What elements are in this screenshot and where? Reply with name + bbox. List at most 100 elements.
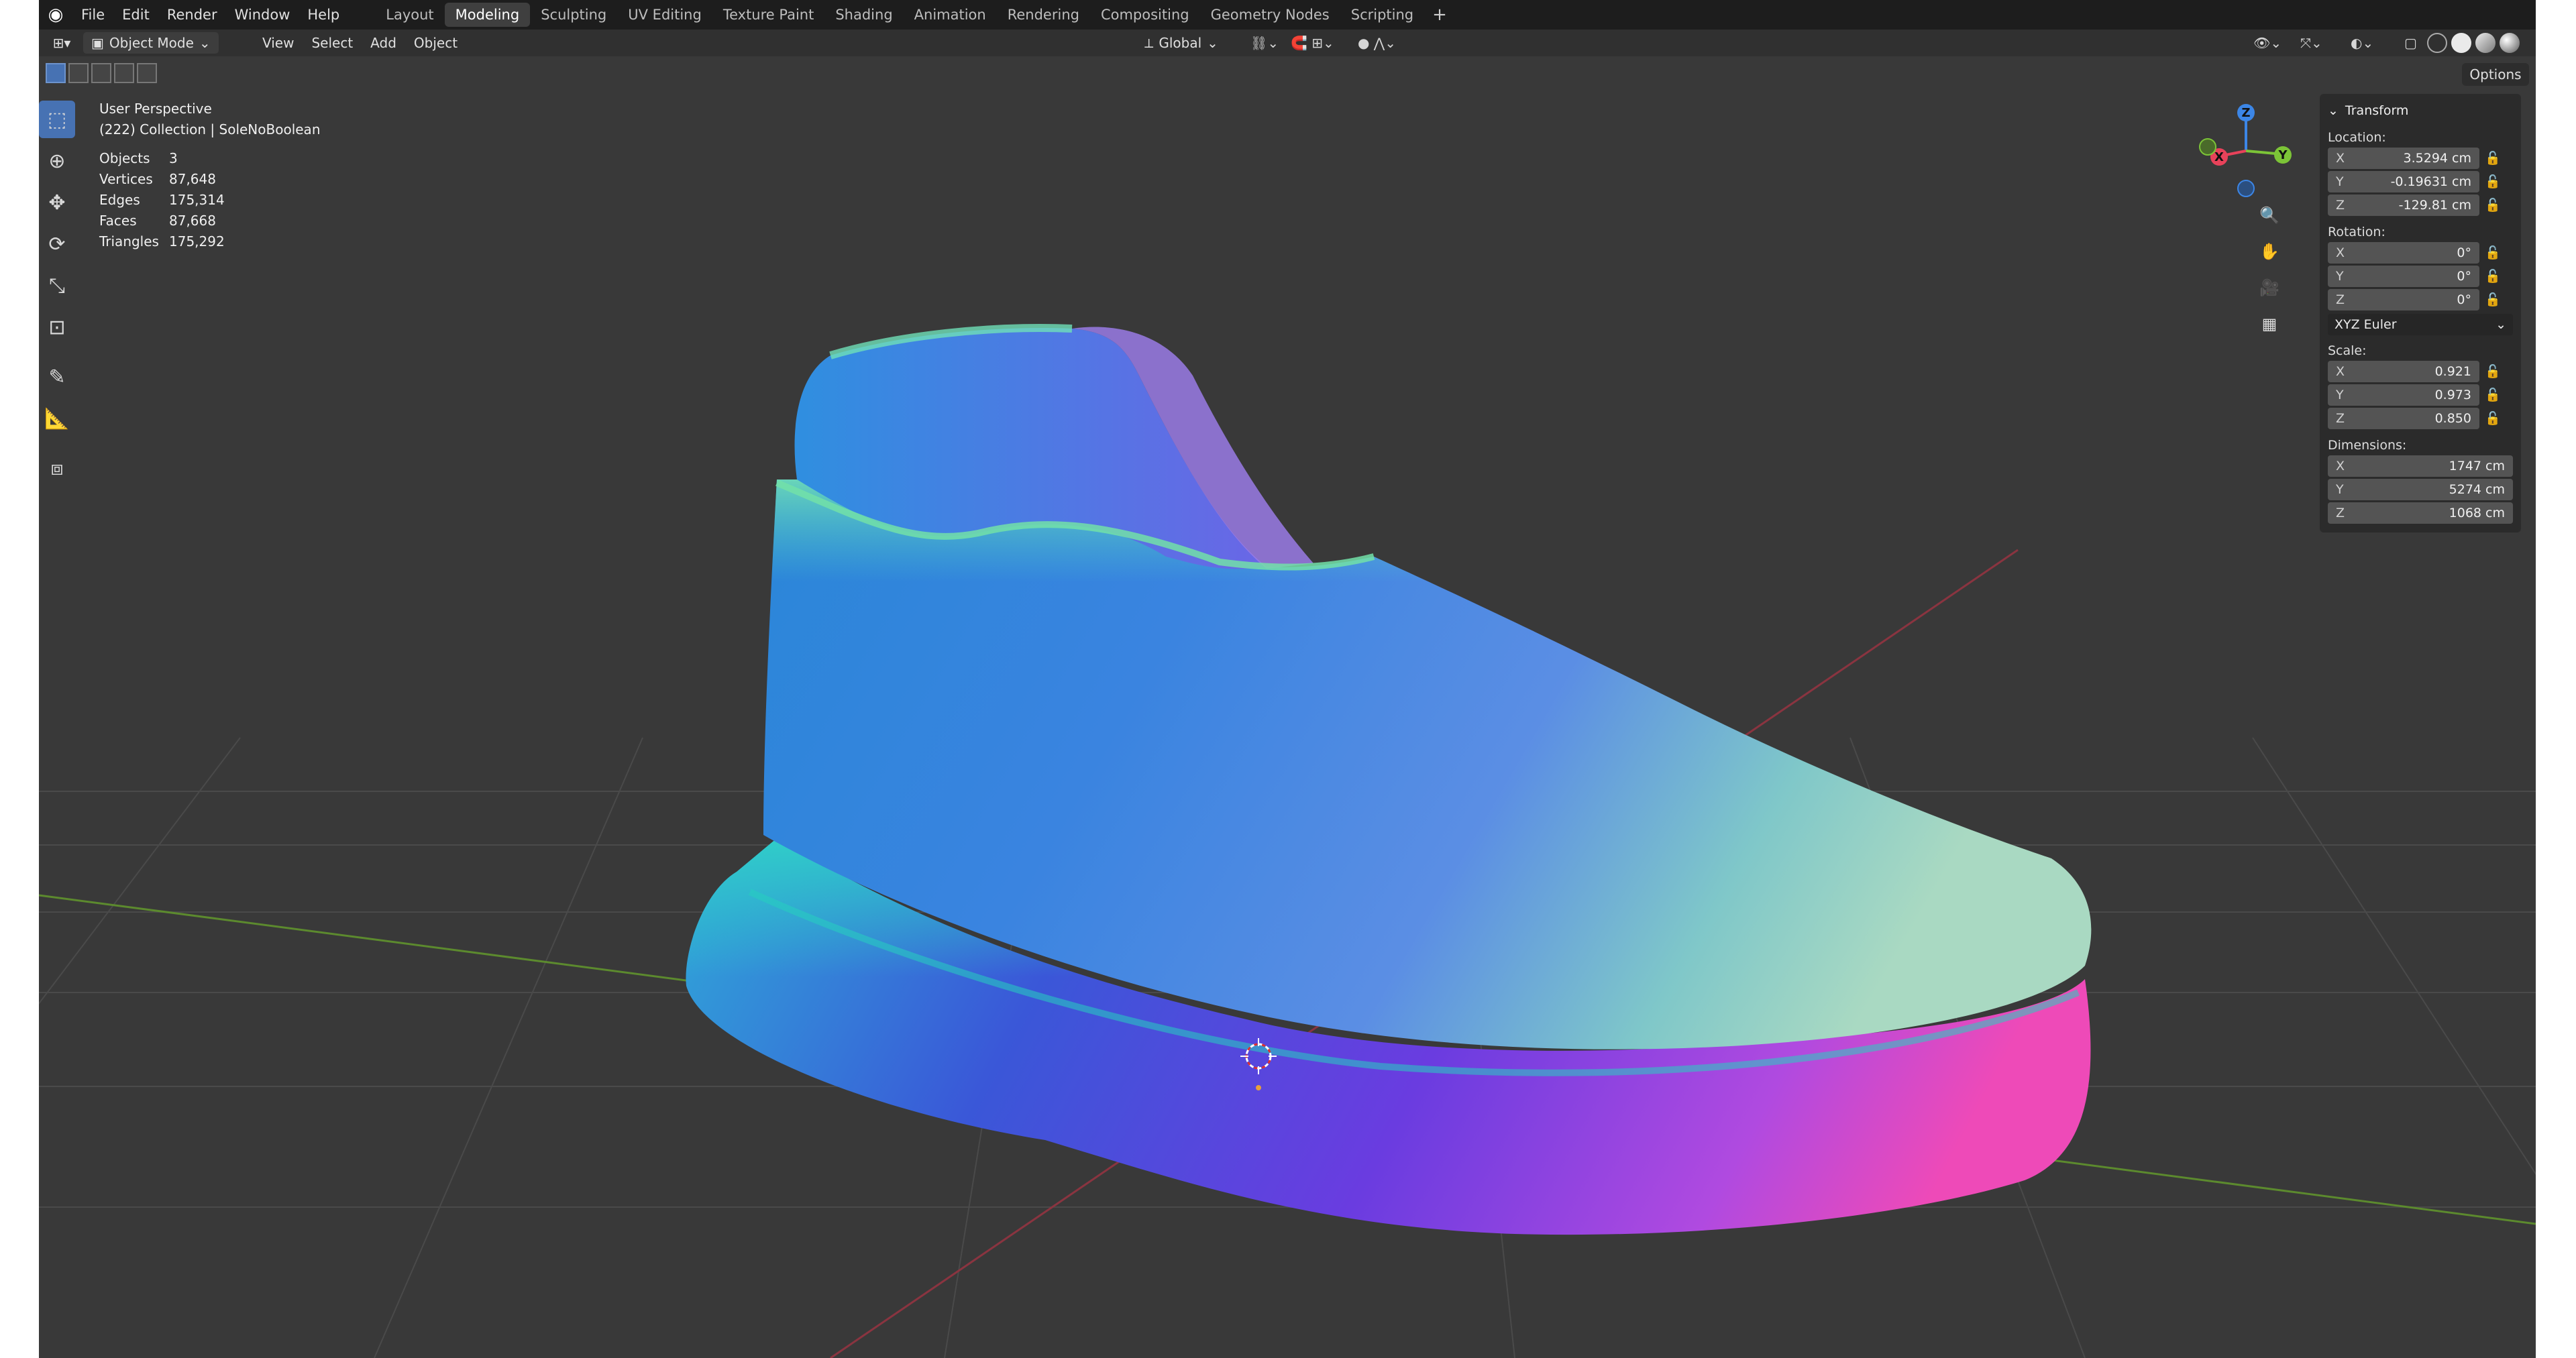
select-intersect-icon[interactable] [137,63,157,83]
lock-icon[interactable]: 🔓 [2479,245,2506,260]
dimensions-z-field[interactable]: Z 1068 cm [2328,502,2513,524]
options-dropdown[interactable]: Options [2462,63,2529,86]
location-x-field[interactable]: X 3.5294 cm [2328,147,2479,169]
scale-y-field[interactable]: Y 0.973 [2328,384,2479,406]
lock-icon[interactable]: 🔓 [2479,174,2506,189]
zoom-icon[interactable]: 🔍 [2254,200,2285,231]
view-name: User Perspective [99,101,212,117]
gizmo-neg-y-ball[interactable] [2199,138,2216,156]
tab-uv-editing[interactable]: UV Editing [617,3,712,27]
tab-texture-paint[interactable]: Texture Paint [712,3,825,27]
mode-dropdown[interactable]: ▣ Object Mode ⌄ [83,32,219,54]
rotation-z-field[interactable]: Z 0° [2328,288,2479,310]
menu-object[interactable]: Object [405,35,466,51]
menu-add[interactable]: Add [362,35,405,51]
tab-compositing[interactable]: Compositing [1090,3,1200,27]
wireframe-shading-icon[interactable] [2427,33,2447,53]
tab-sculpting[interactable]: Sculpting [530,3,617,27]
lock-icon[interactable]: 🔓 [2479,387,2506,402]
lock-icon[interactable]: 🔓 [2479,363,2506,379]
menu-edit[interactable]: Edit [113,7,158,23]
visibility-icon[interactable]: 👁⌄ [2249,32,2286,54]
tool-shelf: ⬚ ⊕ ✥ ⟳ ⤡ ⊡ ✎ 📐 ⧈ [39,101,76,491]
transform-header[interactable]: ⌄ Transform [2328,99,2513,122]
tab-geometry-nodes[interactable]: Geometry Nodes [1200,3,1340,27]
xray-icon[interactable]: ▢ [2400,32,2421,54]
transform-icon[interactable]: ⊡ [39,308,75,346]
panel-title: Transform [2345,103,2409,118]
stat-row: Edges 175,314 [99,192,225,208]
select-extend-icon[interactable] [68,63,89,83]
tab-animation[interactable]: Animation [904,3,997,27]
orientation-label: Global [1159,35,1202,51]
grid-ortho-icon[interactable]: ▦ [2254,308,2285,339]
lock-icon[interactable]: 🔓 [2479,292,2506,307]
blender-logo-icon[interactable]: ◉ [39,0,72,30]
select-box-icon[interactable]: ⬚ [39,101,75,138]
cursor-icon[interactable]: ⊕ [39,142,75,180]
rotation-y-field[interactable]: Y 0° [2328,265,2479,287]
rotation-x-field[interactable]: X 0° [2328,241,2479,264]
chevron-down-icon: ⌄ [199,35,211,51]
scale-label: Scale: [2328,343,2367,358]
location-y-field[interactable]: Y -0.19631 cm [2328,170,2479,192]
move-icon[interactable]: ✥ [39,184,75,221]
scale-icon[interactable]: ⤡ [39,267,75,304]
lock-icon[interactable]: 🔓 [2479,410,2506,426]
dimensions-x-field[interactable]: X 1747 cm [2328,455,2513,477]
menu-file[interactable]: File [72,7,113,23]
chevron-down-icon: ⌄ [1207,35,1218,51]
tab-rendering[interactable]: Rendering [997,3,1090,27]
lock-icon[interactable]: 🔓 [2479,268,2506,284]
gizmo-z-ball[interactable]: Z [2237,104,2255,121]
solid-shading-icon[interactable] [2451,33,2471,53]
rotate-icon[interactable]: ⟳ [39,225,75,263]
location-z-field[interactable]: Z -129.81 cm [2328,194,2479,216]
overlays-icon[interactable]: ◐⌄ [2347,32,2377,54]
tab-scripting[interactable]: Scripting [1340,3,1424,27]
pivot-point-icon[interactable]: ⛓⌄ [1246,32,1283,54]
rendered-shading-icon[interactable] [2500,33,2520,53]
menu-render[interactable]: Render [158,7,226,23]
menu-select[interactable]: Select [303,35,362,51]
camera-icon[interactable]: 🎥 [2254,272,2285,303]
measure-icon[interactable]: 📐 [39,400,75,437]
annotate-icon[interactable]: ✎ [39,358,75,396]
lock-icon[interactable]: 🔓 [2479,197,2506,213]
tool-settings-bar [39,56,2536,94]
hand-pan-icon[interactable]: ✋ [2254,236,2285,267]
snap-icon[interactable]: 🧲 ⊞⌄ [1287,32,1338,54]
tab-modeling[interactable]: Modeling [444,3,531,27]
lock-icon[interactable]: 🔓 [2479,150,2506,166]
select-invert-icon[interactable] [114,63,134,83]
stat-row: Faces 87,668 [99,213,216,229]
menu-help[interactable]: Help [299,7,348,23]
select-new-icon[interactable] [46,63,66,83]
blender-window: ◉ File Edit Render Window Help Layout Mo… [39,0,2536,1358]
gizmo-toggle-icon[interactable]: ⤧⌄ [2296,32,2326,54]
scale-z-field[interactable]: Z 0.850 [2328,407,2479,429]
navigation-gizmo[interactable]: Z Y X [2189,94,2303,208]
add-cube-icon[interactable]: ⧈ [39,449,75,487]
menu-window[interactable]: Window [226,7,299,23]
viewport-3d[interactable] [39,0,2536,1358]
transform-orientation-dropdown[interactable]: ⟂ Global ⌄ [1139,32,1224,54]
rotation-mode-dropdown[interactable]: XYZ Euler ⌄ [2328,314,2513,335]
add-workspace-button[interactable]: + [1424,5,1455,25]
top-bar: ◉ File Edit Render Window Help Layout Mo… [39,0,2536,30]
gizmo-neg-z-ball[interactable] [2237,180,2255,197]
chevron-down-icon: ⌄ [2328,103,2339,118]
dimensions-y-field[interactable]: Y 5274 cm [2328,478,2513,500]
stat-row: Vertices 87,648 [99,171,216,187]
editor-type-icon[interactable]: ⊞▾ [43,32,80,54]
material-preview-icon[interactable] [2475,33,2496,53]
tab-layout[interactable]: Layout [375,3,444,27]
gizmo-y-ball[interactable]: Y [2274,146,2292,164]
proportional-edit-icon[interactable]: ● ⋀⌄ [1354,32,1400,54]
tab-shading[interactable]: Shading [824,3,903,27]
object-mode-icon: ▣ [91,35,104,51]
scale-x-field[interactable]: X 0.921 [2328,360,2479,382]
select-subtract-icon[interactable] [91,63,111,83]
viewport-stats-overlay: User Perspective (222) Collection | Sole… [99,99,321,252]
menu-view[interactable]: View [254,35,303,51]
